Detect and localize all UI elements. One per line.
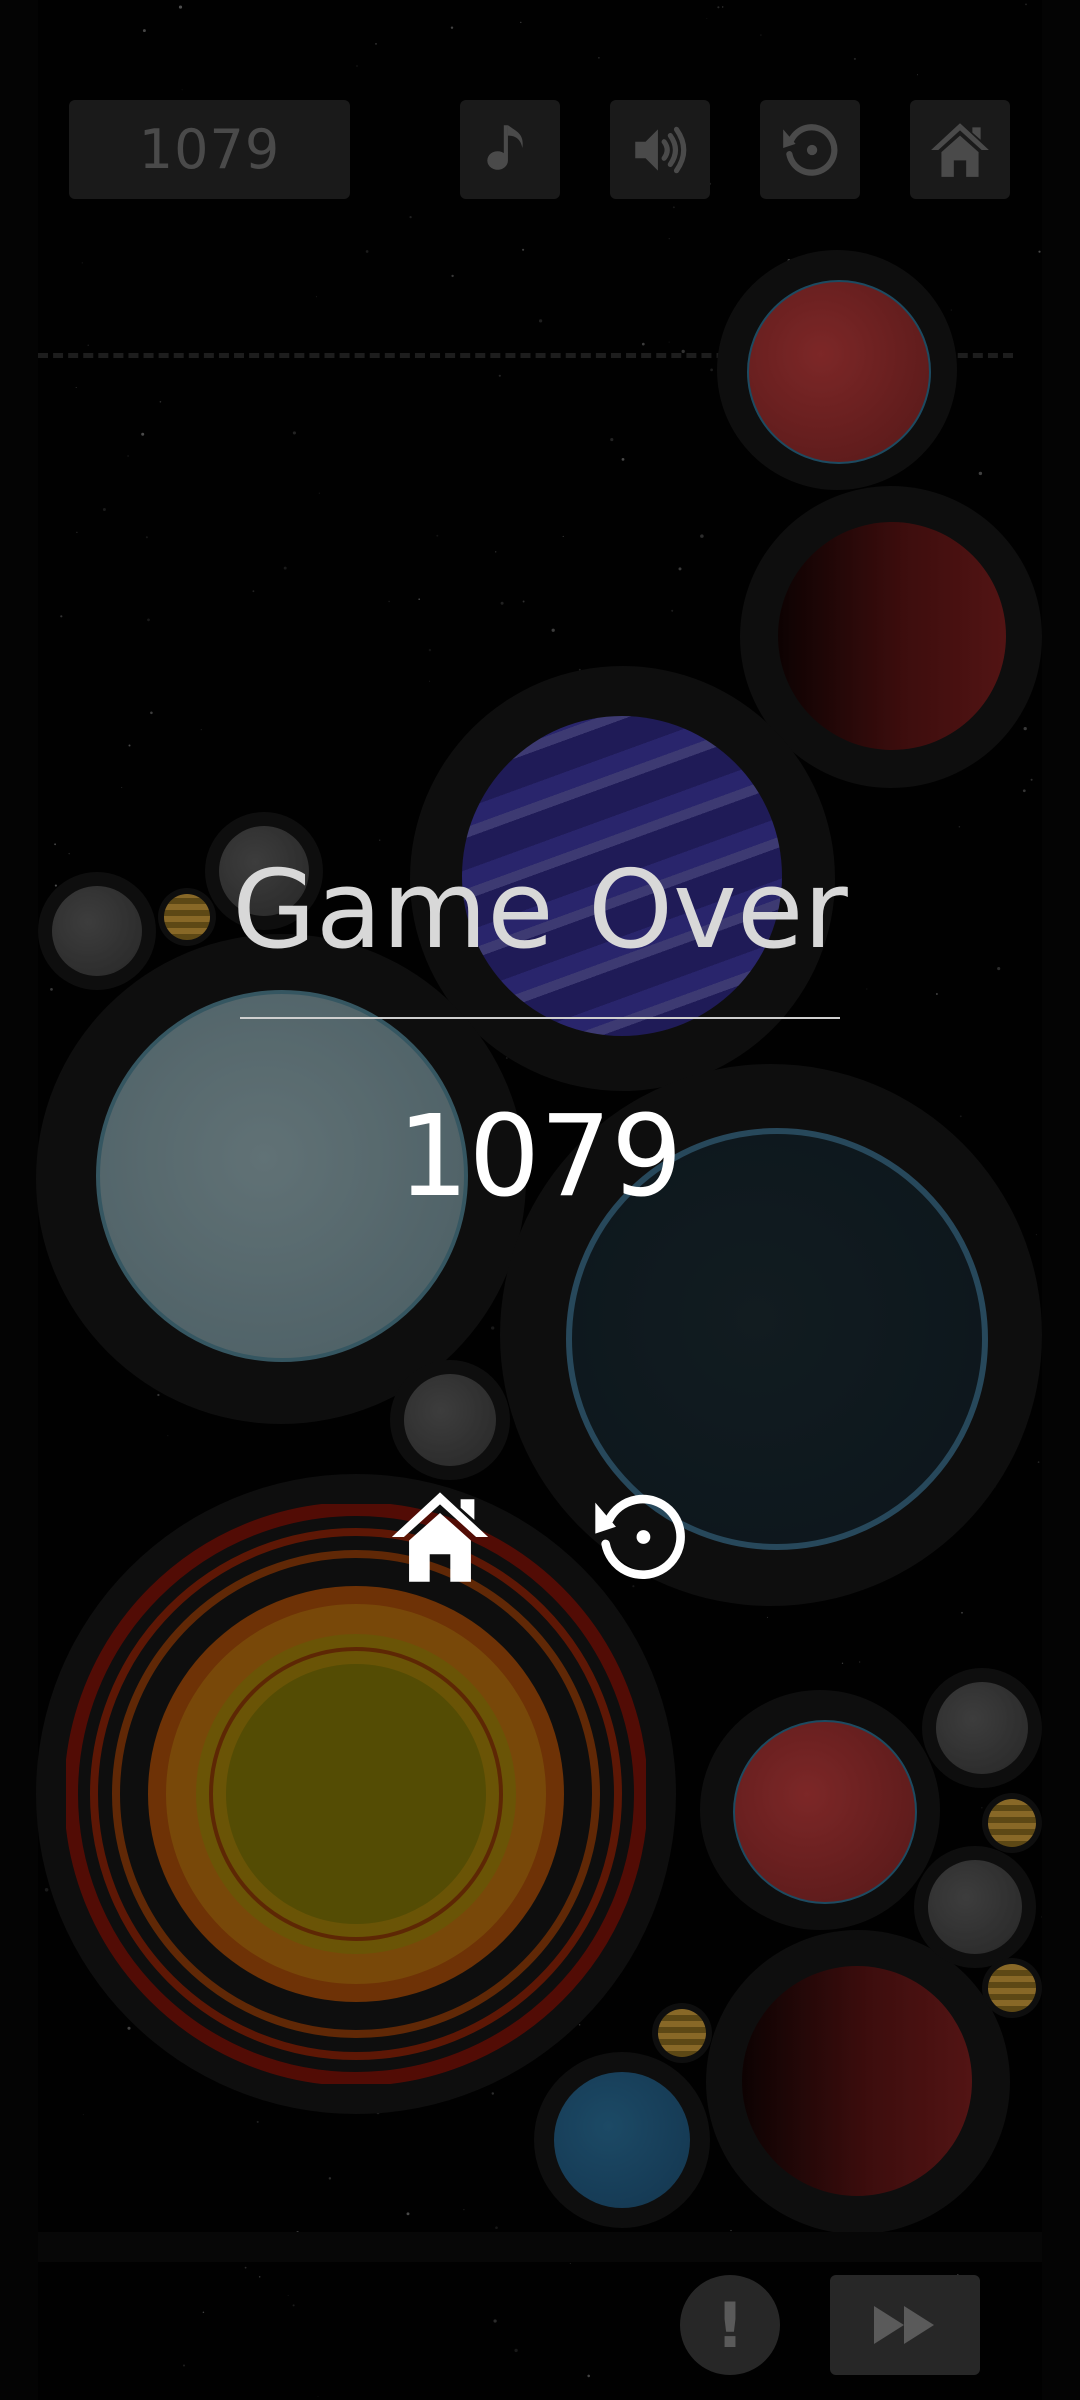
final-score: 1079 <box>397 1092 683 1222</box>
game-over-divider <box>240 1017 840 1019</box>
fast-forward-button[interactable] <box>830 2275 980 2375</box>
exclamation-icon: ! <box>715 2288 745 2362</box>
game-over-title: Game Over <box>232 848 848 973</box>
fast-forward-icon <box>874 2306 934 2344</box>
restart-icon <box>595 1494 685 1579</box>
home-icon <box>391 1492 489 1582</box>
game-over-home-button[interactable] <box>385 1482 495 1592</box>
alert-button[interactable]: ! <box>680 2275 780 2375</box>
game-over-restart-button[interactable] <box>585 1482 695 1592</box>
container-floor <box>38 2232 1042 2262</box>
